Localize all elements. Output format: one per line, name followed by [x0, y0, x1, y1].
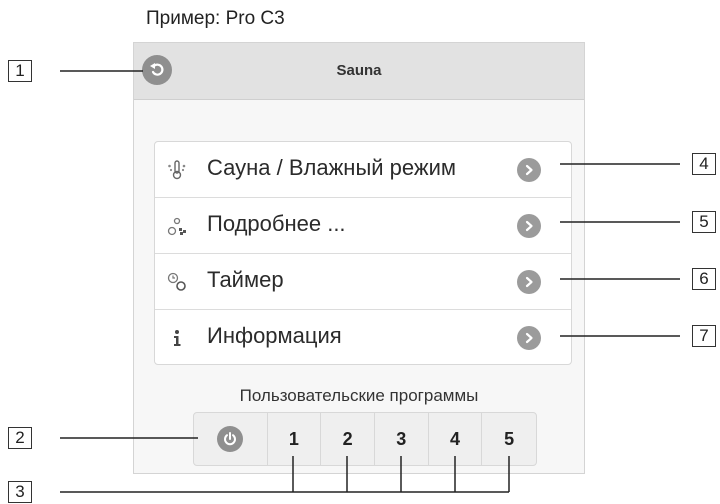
callout-2: 2	[8, 427, 32, 449]
callout-3: 3	[8, 481, 32, 503]
callout-4: 4	[692, 153, 716, 175]
callout-1: 1	[8, 60, 32, 82]
callout-6: 6	[692, 268, 716, 290]
callout-5: 5	[692, 211, 716, 233]
callout-7: 7	[692, 325, 716, 347]
callout-lines	[60, 70, 680, 493]
